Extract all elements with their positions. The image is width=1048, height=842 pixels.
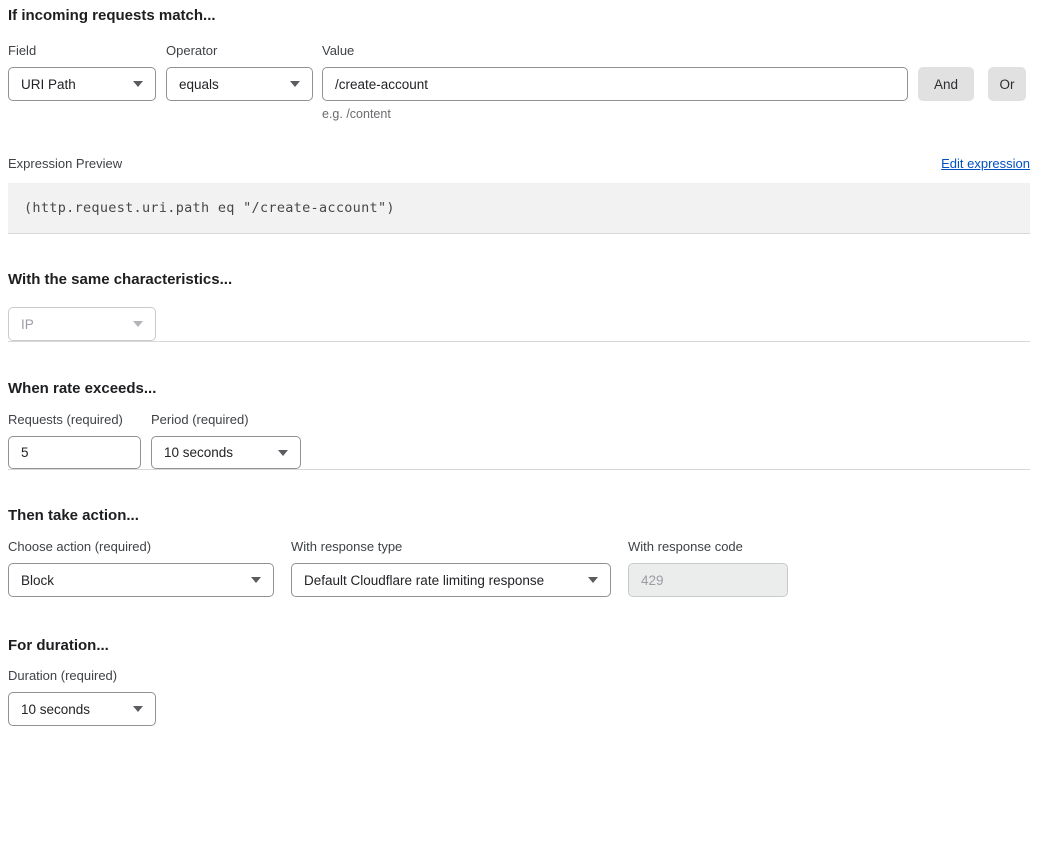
duration-column: Duration (required) 10 seconds — [8, 668, 156, 726]
action-column: Choose action (required) Block — [8, 539, 274, 597]
chevron-down-icon — [290, 81, 300, 87]
duration-select[interactable]: 10 seconds — [8, 692, 156, 726]
value-input[interactable] — [322, 67, 908, 101]
rate-heading: When rate exceeds... — [8, 380, 1030, 398]
rate-controls-row: Requests (required) Period (required) 10… — [8, 412, 1030, 469]
chevron-down-icon — [588, 577, 598, 583]
period-select-value: 10 seconds — [164, 445, 233, 460]
or-button[interactable]: Or — [988, 67, 1026, 101]
duration-controls-row: Duration (required) 10 seconds — [8, 668, 1030, 726]
requests-column: Requests (required) — [8, 412, 141, 469]
operator-label: Operator — [166, 43, 313, 58]
response-type-column: With response type Default Cloudflare ra… — [291, 539, 611, 597]
action-controls-row: Choose action (required) Block With resp… — [8, 539, 1030, 597]
choose-action-label: Choose action (required) — [8, 539, 274, 554]
field-select[interactable]: URI Path — [8, 67, 156, 101]
response-type-select[interactable]: Default Cloudflare rate limiting respons… — [291, 563, 611, 597]
section-divider — [8, 469, 1030, 470]
value-label: Value — [322, 43, 908, 58]
duration-heading: For duration... — [8, 637, 1030, 655]
duration-select-value: 10 seconds — [21, 702, 90, 717]
and-button[interactable]: And — [918, 67, 974, 101]
action-heading: Then take action... — [8, 507, 1030, 525]
section-characteristics: With the same characteristics... IP — [8, 271, 1030, 341]
expression-preview-label: Expression Preview — [8, 156, 122, 171]
action-select[interactable]: Block — [8, 563, 274, 597]
operator-select-value: equals — [179, 77, 219, 92]
expression-preview-header: Expression Preview Edit expression — [8, 156, 1030, 171]
period-select[interactable]: 10 seconds — [151, 436, 301, 469]
value-column: Value e.g. /content — [322, 43, 908, 121]
chevron-down-icon — [133, 81, 143, 87]
expression-preview-code: (http.request.uri.path eq "/create-accou… — [8, 183, 1030, 233]
requests-input[interactable] — [8, 436, 141, 469]
response-code-input — [628, 563, 788, 597]
field-column: Field URI Path — [8, 43, 156, 101]
incoming-requests-heading: If incoming requests match... — [8, 7, 1030, 25]
section-divider — [8, 233, 1030, 234]
characteristics-row: IP — [8, 307, 1030, 341]
rate-limiting-rule-form: If incoming requests match... Field URI … — [0, 7, 1048, 732]
value-helper-text: e.g. /content — [322, 107, 908, 121]
operator-select[interactable]: equals — [166, 67, 313, 101]
chevron-down-icon — [133, 706, 143, 712]
field-select-value: URI Path — [21, 77, 76, 92]
requests-label: Requests (required) — [8, 412, 141, 427]
chevron-down-icon — [133, 321, 143, 327]
duration-label: Duration (required) — [8, 668, 156, 683]
section-action: Then take action... Choose action (requi… — [8, 507, 1030, 597]
period-label: Period (required) — [151, 412, 301, 427]
period-column: Period (required) 10 seconds — [151, 412, 301, 469]
response-type-label: With response type — [291, 539, 611, 554]
section-rate: When rate exceeds... Requests (required)… — [8, 380, 1030, 469]
chevron-down-icon — [278, 450, 288, 456]
section-incoming-requests: If incoming requests match... Field URI … — [8, 7, 1030, 233]
edit-expression-link[interactable]: Edit expression — [941, 156, 1030, 171]
response-code-column: With response code — [628, 539, 788, 597]
characteristics-heading: With the same characteristics... — [8, 271, 1030, 289]
section-divider — [8, 341, 1030, 342]
match-controls-row: Field URI Path Operator equals Value e.g… — [8, 43, 1030, 121]
action-select-value: Block — [21, 573, 54, 588]
characteristic-select-value: IP — [21, 317, 34, 332]
response-code-label: With response code — [628, 539, 788, 554]
field-label: Field — [8, 43, 156, 58]
chevron-down-icon — [251, 577, 261, 583]
section-duration: For duration... Duration (required) 10 s… — [8, 637, 1030, 726]
operator-column: Operator equals — [166, 43, 313, 101]
response-type-select-value: Default Cloudflare rate limiting respons… — [304, 573, 544, 588]
characteristic-select: IP — [8, 307, 156, 341]
